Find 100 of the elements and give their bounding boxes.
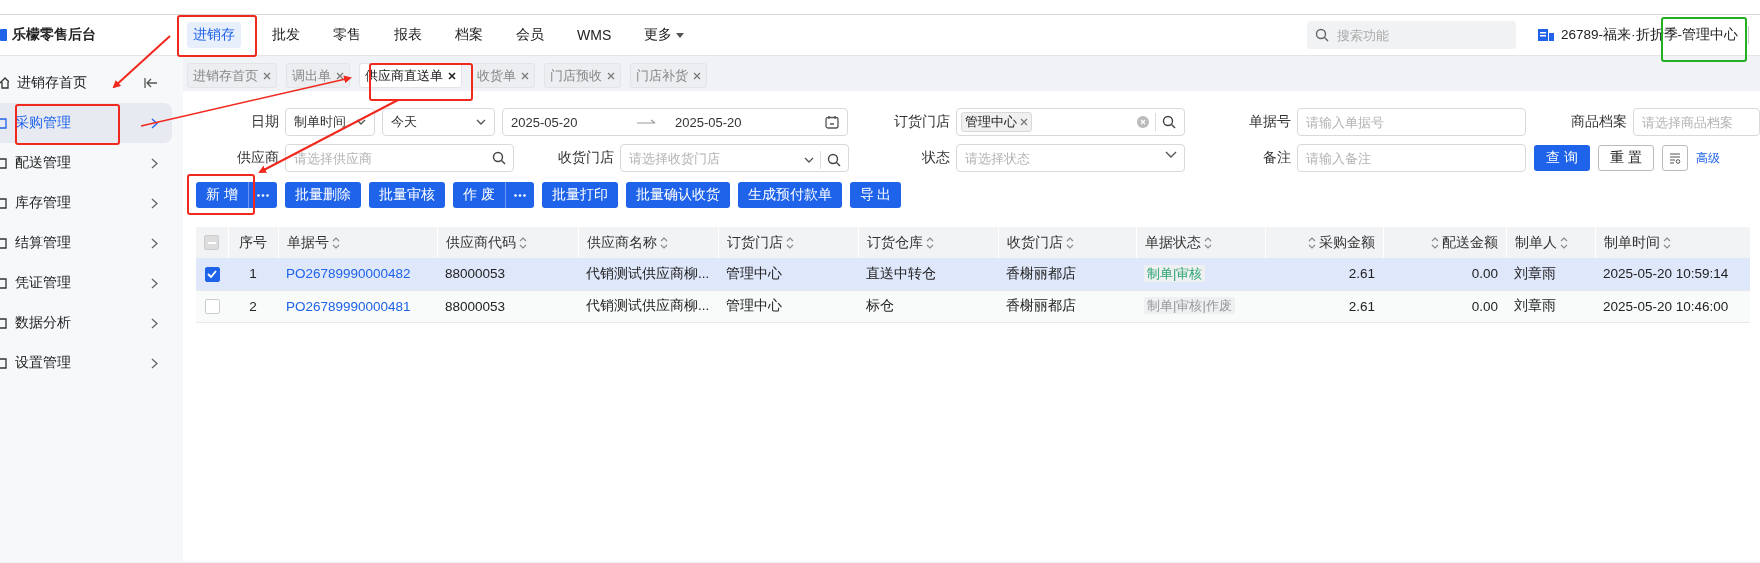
more-icon <box>513 193 526 197</box>
more-icon <box>256 193 269 197</box>
collapse-icon <box>144 77 158 89</box>
nav-tab[interactable]: 会员 <box>510 22 550 48</box>
reset-button[interactable]: 重 置 <box>1598 145 1654 171</box>
chevron-down-icon <box>476 118 486 126</box>
logo-icon <box>0 28 8 42</box>
document-icon <box>0 237 7 249</box>
table-cell: 香榭丽都店 <box>1006 265 1076 281</box>
sort-icon <box>785 236 794 249</box>
table-cell: 香榭丽都店 <box>1006 298 1076 313</box>
toolbar-button[interactable]: 导 出 <box>849 182 902 208</box>
input-field[interactable]: 请选择商品档案 <box>1633 108 1760 136</box>
table-cell: 0.00 <box>1471 298 1498 314</box>
search-icon <box>827 153 841 167</box>
clear-icon <box>1137 116 1149 128</box>
input-field[interactable]: 请选择供应商 <box>285 144 514 172</box>
field-label: 商品档案 <box>1570 113 1628 131</box>
sidebar-item[interactable]: 进销存首页 <box>0 63 172 103</box>
sort-icon <box>1307 236 1316 249</box>
toolbar-button[interactable]: 批量打印 <box>541 182 618 208</box>
field-label: 收货门店 <box>557 149 615 167</box>
table-cell: 2025-05-20 10:59:14 <box>1603 266 1729 282</box>
order-number-link[interactable]: PO26789990000481 <box>286 298 411 314</box>
table-cell: 2025-05-20 10:46:00 <box>1603 298 1729 314</box>
document-icon <box>0 197 7 209</box>
more-button[interactable] <box>504 182 534 208</box>
table-cell: 2.61 <box>1348 298 1375 314</box>
app-title: 乐檬零售后台 <box>12 26 96 44</box>
field-label: 供应商 <box>236 149 280 167</box>
checkmark-icon <box>207 270 217 279</box>
chevron-right-icon <box>151 197 158 209</box>
table-cell: 代销测试供应商柳... <box>586 265 710 281</box>
date-range-field[interactable]: 2025-05-20 2025-05-20 <box>502 108 848 136</box>
input-field[interactable]: 请选择收货门店 <box>620 144 849 172</box>
sort-icon <box>1559 236 1568 249</box>
sidebar-item[interactable]: 设置管理 <box>0 343 172 383</box>
sidebar-item[interactable]: 结算管理 <box>0 223 172 263</box>
field-label: 备注 <box>1262 149 1292 167</box>
column-settings-button[interactable] <box>1662 145 1688 171</box>
home-icon <box>0 77 9 89</box>
tag-input-field[interactable]: 管理中心 <box>956 108 1185 136</box>
toolbar-button[interactable]: 新 增 <box>196 182 248 208</box>
table-cell: 0.00 <box>1471 266 1498 282</box>
close-icon <box>336 71 344 80</box>
store-tag: 管理中心 <box>961 112 1032 132</box>
table-row[interactable]: 1 PO26789990000482 88000053 代销测试供应商柳... 管理中心 直送中转仓 香榭丽都店 制单|审核 2.61 0.00 刘章雨 2025-05-20 10:59:14 <box>196 258 1750 290</box>
toolbar-button[interactable]: 生成预付款单 <box>737 182 842 208</box>
sidebar-item[interactable]: 数据分析 <box>0 303 172 343</box>
sort-icon <box>518 236 527 249</box>
input-field[interactable]: 请输入单据号 <box>1297 108 1526 136</box>
calendar-icon <box>825 115 839 129</box>
close-icon <box>448 71 456 80</box>
sort-icon <box>1430 236 1439 249</box>
toolbar-button[interactable]: 批量确认收货 <box>625 182 730 208</box>
select-field[interactable]: 制单时间 <box>285 108 375 136</box>
advanced-link[interactable]: 高级 <box>1696 149 1720 167</box>
sort-icon <box>1203 236 1212 249</box>
chevron-down-icon <box>356 118 366 126</box>
nav-tab[interactable]: 更多 <box>638 22 691 48</box>
sidebar-item[interactable]: 采购管理 <box>0 103 172 143</box>
field-label: 状态 <box>921 149 951 167</box>
sidebar-item[interactable]: 库存管理 <box>0 183 172 223</box>
sidebar-item[interactable]: 凭证管理 <box>0 263 172 303</box>
nav-tab[interactable]: WMS <box>571 22 618 48</box>
search-input[interactable]: 搜索功能 <box>1335 26 1505 44</box>
input-field[interactable]: 请选择状态 <box>956 144 1185 172</box>
building-icon <box>1538 28 1555 42</box>
search-field[interactable]: 搜索功能 <box>1307 21 1516 49</box>
nav-tab[interactable]: 报表 <box>388 22 428 48</box>
query-button[interactable]: 查 询 <box>1534 145 1590 171</box>
document-icon <box>0 157 7 169</box>
sort-icon <box>925 236 934 249</box>
nav-tab[interactable]: 批发 <box>266 22 306 48</box>
annotation-box <box>187 174 255 215</box>
sidebar-item[interactable]: 配送管理 <box>0 143 172 183</box>
select-all-checkbox[interactable] <box>204 235 220 251</box>
select-field[interactable]: 今天 <box>382 108 495 136</box>
chevron-right-icon <box>151 237 158 249</box>
chevron-right-icon <box>151 117 158 129</box>
order-number-link[interactable]: PO26789990000482 <box>286 266 411 282</box>
table-row[interactable]: 2 PO26789990000481 88000053 代销测试供应商柳... 管理中心 标仓 香榭丽都店 制单|审核|作废 2.61 0.00 刘章雨 2025-05-20 10:46:00 <box>196 290 1750 322</box>
toolbar-button[interactable]: 批量审核 <box>368 182 445 208</box>
list-icon <box>1669 152 1681 164</box>
table-cell: 管理中心 <box>726 265 782 281</box>
nav-tab[interactable]: 档案 <box>449 22 489 48</box>
row-checkbox[interactable] <box>204 266 220 282</box>
nav-tab[interactable]: 零售 <box>327 22 367 48</box>
sort-icon <box>1662 236 1671 249</box>
nav-tab[interactable]: 进销存 <box>187 22 241 48</box>
table-cell: 2 <box>249 298 257 314</box>
chevron-right-icon <box>151 317 158 329</box>
close-icon <box>693 71 701 80</box>
input-field[interactable]: 请输入备注 <box>1297 144 1526 172</box>
table-cell: 88000053 <box>445 298 506 314</box>
toolbar-button[interactable]: 批量删除 <box>284 182 361 208</box>
toolbar-button[interactable]: 作 废 <box>452 182 505 208</box>
close-icon <box>607 71 615 80</box>
field-label: 日期 <box>250 113 280 131</box>
table-cell: 管理中心 <box>726 298 782 313</box>
